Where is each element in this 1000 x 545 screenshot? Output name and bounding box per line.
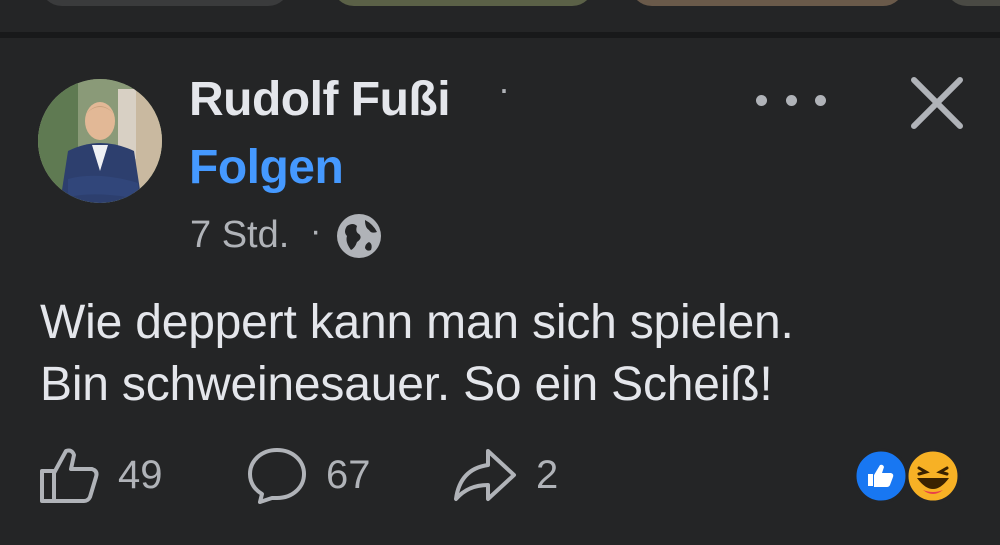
comment-count: 67 <box>326 452 371 497</box>
avatar[interactable] <box>38 79 162 203</box>
post-dialog: Rudolf Fußi · Folgen 7 Std. · Wie depper… <box>0 0 1000 545</box>
like-reaction-icon <box>853 448 909 504</box>
more-icon <box>815 94 826 106</box>
author-separator: · <box>498 68 510 109</box>
reactions-summary[interactable] <box>853 448 963 504</box>
more-options-button[interactable] <box>756 80 826 120</box>
share-icon <box>454 449 516 501</box>
story-card[interactable] <box>945 0 1000 6</box>
author-name[interactable]: Rudolf Fußi <box>189 72 451 127</box>
section-divider <box>0 32 1000 38</box>
story-strip <box>0 0 1000 32</box>
comment-icon <box>248 448 306 504</box>
post-text-line: Bin schweinesauer. So ein Scheiß! <box>40 358 773 411</box>
story-card[interactable] <box>332 0 594 6</box>
post-timestamp[interactable]: 7 Std. <box>190 214 289 257</box>
post-text: Wie deppert kann man sich spielen. Bin s… <box>40 292 794 416</box>
post-text-line: Wie deppert kann man sich spielen. <box>40 296 794 349</box>
meta-separator: · <box>310 212 322 250</box>
follow-button[interactable]: Folgen <box>189 140 344 195</box>
close-icon[interactable] <box>908 74 966 132</box>
story-card[interactable] <box>630 0 905 6</box>
share-count: 2 <box>536 452 559 497</box>
avatar-image <box>38 79 162 203</box>
more-icon <box>756 94 767 106</box>
like-button[interactable]: 49 <box>38 445 163 505</box>
comment-button[interactable]: 67 <box>246 445 371 505</box>
share-button[interactable]: 2 <box>452 445 558 505</box>
like-count: 49 <box>118 452 163 497</box>
more-icon <box>785 94 797 106</box>
thumbs-up-icon <box>40 448 99 503</box>
globe-icon[interactable] <box>335 212 383 260</box>
story-card[interactable] <box>40 0 290 6</box>
haha-reaction-icon <box>905 448 961 504</box>
